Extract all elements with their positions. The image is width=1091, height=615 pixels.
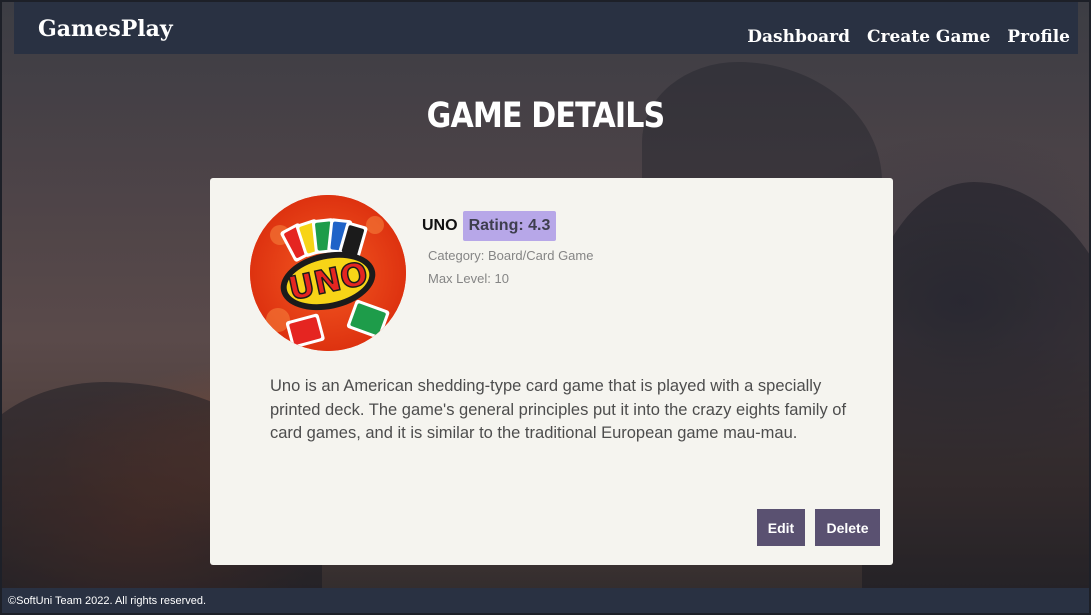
edit-button[interactable]: Edit <box>757 509 805 546</box>
page-title: GAME DETAILS <box>426 96 666 136</box>
nav-dashboard[interactable]: Dashboard <box>747 27 850 47</box>
copyright-text: ©SoftUni Team 2022. All rights reserved. <box>8 595 207 607</box>
main-nav: Dashboard Create Game Profile <box>747 27 1070 47</box>
page-frame: GamesPlay Dashboard Create Game Profile … <box>2 2 1089 613</box>
game-category: Category: Board/Card Game <box>428 248 594 263</box>
game-details-card: UNO UNO Rating: 4.3 Category: Board/Card… <box>210 178 893 565</box>
site-logo[interactable]: GamesPlay <box>38 16 173 42</box>
uno-cover-art: UNO <box>250 195 406 351</box>
game-image: UNO <box>250 195 406 351</box>
game-title: UNO <box>422 217 458 234</box>
site-footer: ©SoftUni Team 2022. All rights reserved. <box>2 588 1089 613</box>
delete-button[interactable]: Delete <box>815 509 880 546</box>
game-summary: Uno is an American shedding-type card ga… <box>270 377 847 442</box>
rating-badge: Rating: 4.3 <box>462 211 557 241</box>
game-max-level: Max Level: 10 <box>428 271 509 286</box>
nav-create-game[interactable]: Create Game <box>867 27 990 47</box>
site-header: GamesPlay Dashboard Create Game Profile <box>14 2 1078 54</box>
game-title-row: UNO Rating: 4.3 <box>422 211 557 241</box>
background-scenery <box>862 182 1089 613</box>
nav-profile[interactable]: Profile <box>1007 27 1070 47</box>
